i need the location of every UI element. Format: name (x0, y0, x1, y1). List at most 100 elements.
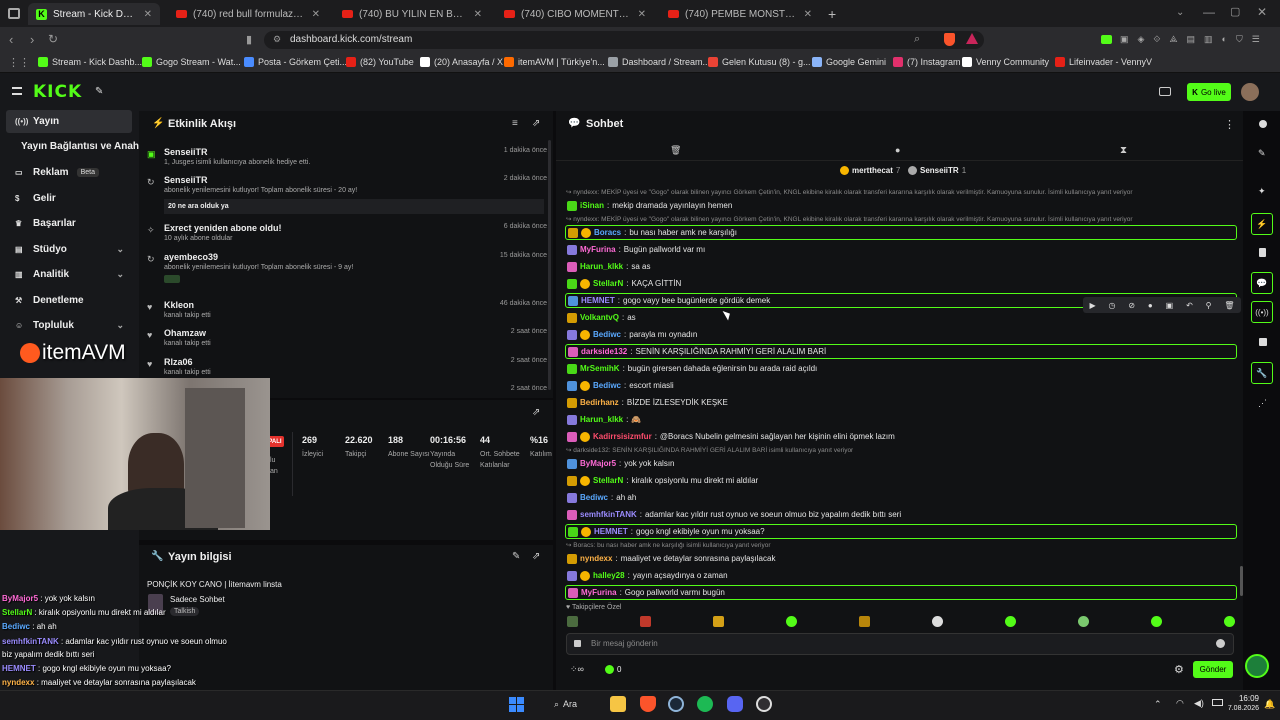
chat-username[interactable]: ByMajor5 (580, 459, 616, 468)
wrench-rail-icon[interactable]: 🔧 (1251, 362, 1273, 384)
extension-kick-icon[interactable] (1101, 35, 1112, 44)
chat-username[interactable]: darkside132 (581, 347, 627, 356)
reply-icon[interactable]: ● (1148, 301, 1153, 310)
chat-message[interactable]: Bedirhanz: BİZDE İZLESEYDİK KEŞKE (565, 395, 1237, 410)
emoji-icon[interactable] (1216, 639, 1225, 648)
chat-username[interactable]: Boracs (594, 228, 621, 237)
filter-icon[interactable]: ≡ (512, 118, 518, 129)
chat-username[interactable]: Bedirhanz (580, 398, 619, 407)
chat-username[interactable]: Bediwc (593, 381, 621, 390)
bookmark-item[interactable]: (20) Anasayfa / X (420, 57, 503, 67)
assistant-bubble-icon[interactable] (1245, 654, 1269, 678)
sidebar-item-4[interactable]: ♛ Başarılar (6, 212, 132, 235)
chat-username[interactable]: iSinan (580, 201, 604, 210)
pencil-icon[interactable]: ✎ (1258, 148, 1266, 159)
emote-icon[interactable] (567, 616, 578, 627)
sidebar-item-1[interactable]: Yayın Bağlantısı ve Anahtarı (6, 135, 155, 158)
chat-message[interactable]: semhfkinTANK: adamlar kac yıldır rust oyn… (565, 507, 1237, 522)
play-icon[interactable]: ▶ (1089, 301, 1095, 310)
chat-settings-icon[interactable]: ⚙ (1174, 663, 1184, 676)
bookmark-item[interactable]: Posta - Görkem Çeti... (244, 57, 347, 67)
chat-message[interactable]: MyFurina: Bugün pallworld var mı (565, 242, 1237, 257)
emote-icon[interactable] (859, 616, 870, 627)
settings-rail-icon[interactable]: ✦ (1258, 186, 1266, 197)
wifi-icon[interactable]: ◠ (1176, 698, 1184, 709)
bookmark-item[interactable]: itemAVM | Türkiye'n... (504, 57, 605, 67)
chat-username[interactable]: MyFurina (580, 245, 616, 254)
sidebar-item-2[interactable]: ▭ Reklam Beta (6, 161, 132, 184)
share-rail-icon[interactable]: ⋰ (1258, 398, 1267, 409)
chat-username[interactable]: Bediwc (580, 493, 608, 502)
steam-icon[interactable] (668, 696, 684, 712)
emote-icon[interactable] (1078, 616, 1089, 627)
chat-username[interactable]: Harun_klkk (580, 415, 623, 424)
bookmark-item[interactable]: Gogo Stream - Wat... (142, 57, 241, 67)
delete-icon[interactable]: 🗑 (1224, 301, 1234, 310)
address-bar[interactable]: dashboard.kick.com/stream (264, 31, 984, 49)
emote-icon[interactable] (786, 616, 797, 627)
emote-icon[interactable] (713, 616, 724, 627)
browser-menu-icon[interactable] (8, 8, 20, 19)
emote-icon[interactable] (932, 616, 943, 627)
forward-icon[interactable]: › (30, 32, 34, 47)
tab-close-icon[interactable]: ✕ (312, 9, 320, 20)
windows-start-icon[interactable] (509, 697, 524, 712)
chat-message[interactable]: Bediwc: ah ah (565, 490, 1237, 505)
avatar[interactable] (1241, 83, 1259, 101)
chat-username[interactable]: StellarN (593, 476, 623, 485)
chat-more-icon[interactable]: ⋮ (1224, 118, 1235, 131)
spotify-icon[interactable] (697, 696, 713, 712)
chat-users-icon[interactable]: ⁘∞ (570, 664, 584, 675)
clipboard-rail-icon[interactable] (1259, 248, 1266, 257)
tab-search-icon[interactable]: ⌄ (1176, 7, 1184, 18)
pin-icon[interactable]: ✎ (95, 86, 103, 97)
extensions-toolbar[interactable]: ▣◈⟐⟁▤▥◐⛉☰ (1120, 34, 1270, 45)
sidebar-item-8[interactable]: ☺ Topluluk ⌄ (6, 314, 132, 337)
sidebar-item-5[interactable]: ▤ Stüdyo ⌄ (6, 238, 132, 261)
tab-1[interactable]: (740) red bull formulaz + rize vlog - ✕ (168, 3, 328, 25)
popout-icon[interactable]: ⇗ (532, 118, 540, 129)
sidebar-item-0[interactable]: ((•)) Yayın (6, 110, 132, 133)
bookmark-item[interactable]: Google Gemini (812, 57, 886, 67)
chat-message[interactable]: StellarN: kiralık opsiyonlu mu direkt mi … (565, 473, 1237, 488)
chat-username[interactable]: HEMNET (594, 527, 628, 536)
tab-close-icon[interactable]: ✕ (638, 9, 646, 20)
maximize-button[interactable]: ▢ (1230, 5, 1240, 18)
bookmark-item[interactable]: (7) Instagram (893, 57, 961, 67)
chat-username[interactable]: MrSemihK (580, 364, 620, 373)
stack-rail-icon[interactable] (1259, 338, 1267, 346)
brave-rewards-icon[interactable] (966, 33, 978, 44)
notification-bell-icon[interactable]: 🔔 (1264, 699, 1275, 710)
clock-time[interactable]: 16:09 (1221, 694, 1259, 703)
bookmark-icon[interactable]: ▮ (246, 33, 252, 46)
volume-icon[interactable]: ◀) (1194, 698, 1204, 709)
bolt-rail-icon[interactable]: ⚡ (1251, 213, 1273, 235)
bookmark-item[interactable]: (82) YouTube (346, 57, 414, 67)
discord-icon[interactable] (727, 696, 743, 712)
tray-chevron-icon[interactable]: ⌃ (1154, 699, 1162, 710)
tab-close-icon[interactable]: ✕ (144, 9, 152, 20)
chat-message[interactable]: nyndexx: maaliyet ve detaylar sonrasına p… (565, 551, 1237, 566)
emote-row[interactable] (567, 616, 1235, 630)
bookmark-item[interactable]: Stream - Kick Dashb... (38, 57, 142, 67)
info-icon[interactable] (1259, 120, 1267, 128)
sidebar-item-3[interactable]: $ Gelir (6, 187, 132, 210)
chat-message[interactable]: darkside132: SENİN KARŞILIĞINDA RAHMİYİ G… (565, 344, 1237, 359)
chat-message[interactable]: MyFurina: Gogo pallworld varmı bugün (565, 585, 1237, 600)
chat-mode-icon[interactable]: ● (895, 145, 900, 155)
chat-message[interactable]: Harun_klkk: sa as (565, 259, 1237, 274)
tab-0[interactable]: K Stream - Kick Dashboard ✕ (28, 3, 160, 25)
bookmark-item[interactable]: Dashboard / Stream... (608, 57, 710, 67)
pin-message-icon[interactable]: ⚲ (1206, 301, 1212, 310)
brave-icon[interactable] (640, 696, 656, 712)
broadcast-rail-icon[interactable]: ((•)) (1251, 301, 1273, 323)
chat-rail-icon[interactable]: 💬 (1251, 272, 1273, 294)
emote-icon[interactable] (640, 616, 651, 627)
activity-scrollbar[interactable] (548, 140, 551, 390)
tab-4[interactable]: (740) PEMBE MONSTER | Madara Olı ✕ (660, 3, 820, 25)
stats-popout-icon[interactable]: ⇗ (532, 407, 540, 418)
chat-message[interactable]: halley28: yayın açsaydınya o zaman (565, 568, 1237, 583)
chat-message[interactable]: Kadirrsisizmfur: @Boracs Nubelin gelmesin… (565, 429, 1237, 444)
chat-username[interactable]: VolkantvQ (580, 313, 619, 322)
chat-username[interactable]: nyndexx (580, 554, 612, 563)
